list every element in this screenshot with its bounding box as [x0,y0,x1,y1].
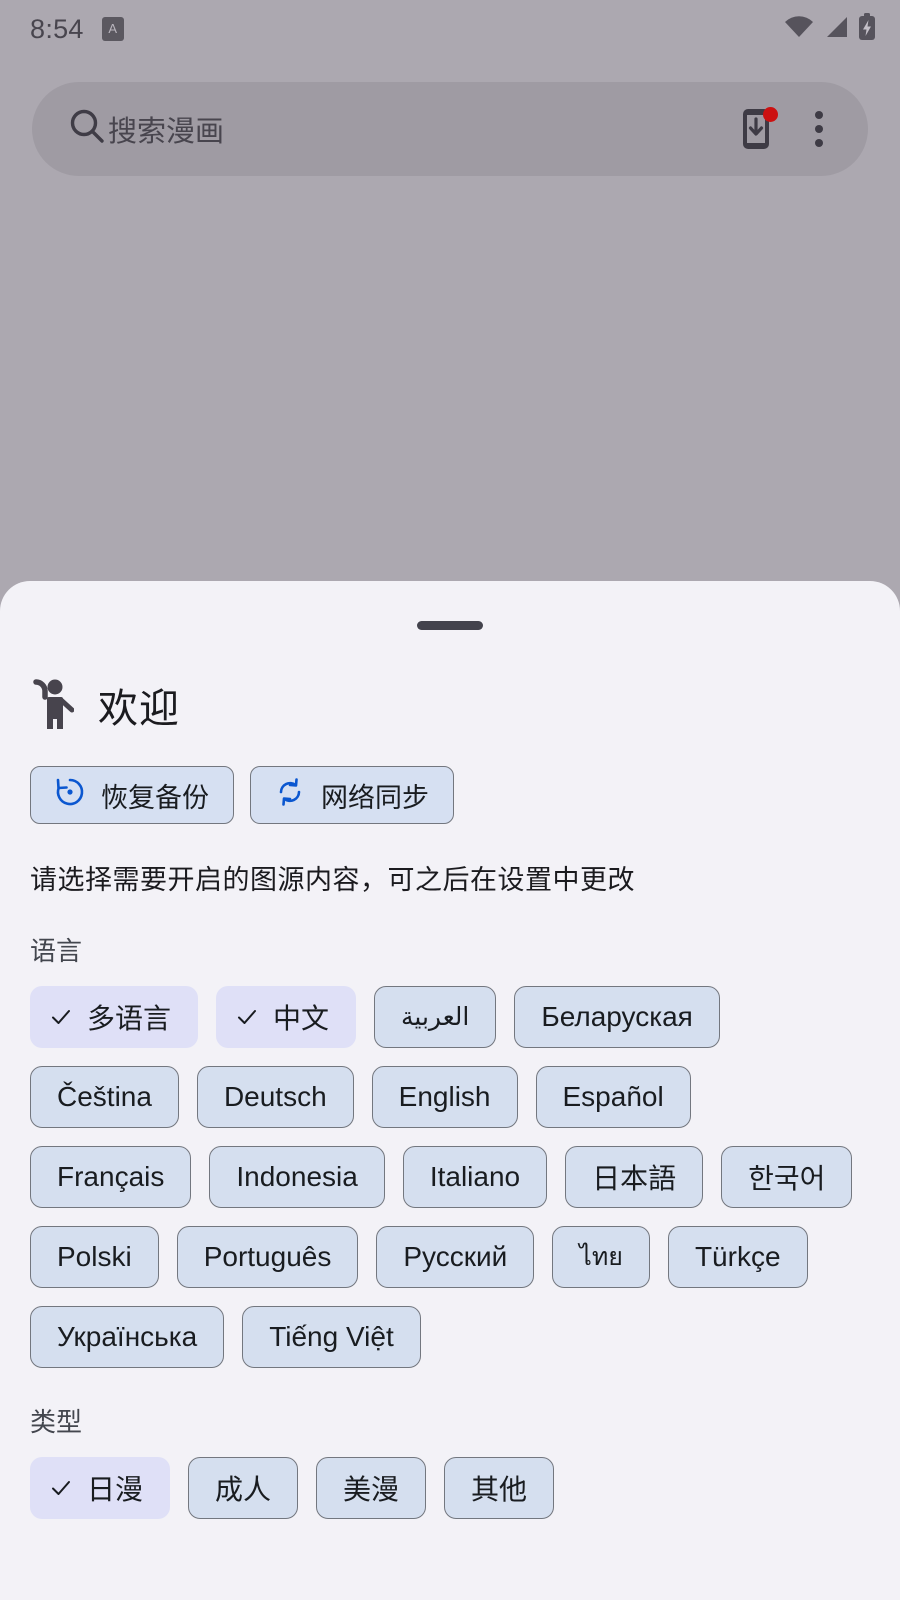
language-section-label: 语言 [30,936,83,966]
language-chip-label: Polski [57,1241,132,1272]
restore-backup-label: 恢复备份 [101,782,209,813]
cellular-signal-icon [823,15,849,44]
language-chip-label: Türkçe [694,1241,781,1272]
waving-person-icon [30,675,75,734]
status-bar: 8:54 A [0,0,900,58]
type-chip-3[interactable]: 其他 [444,1457,555,1519]
drag-handle[interactable] [417,621,483,630]
check-icon [49,1476,73,1500]
type-chip-1[interactable]: 成人 [188,1457,299,1519]
type-chip-0[interactable]: 日漫 [30,1457,171,1519]
language-chip-label: 中文 [273,1003,330,1034]
language-chip-label: Українська [57,1321,198,1352]
language-chip-4[interactable]: Čeština [30,1066,179,1128]
page-title: 欢迎 [98,686,180,731]
language-chip-0[interactable]: 多语言 [30,986,199,1048]
language-chip-label: 한국어 [748,1163,826,1194]
language-chip-label: Français [57,1161,165,1192]
network-sync-label: 网络同步 [321,782,429,813]
language-chip-label: Tiếng Việt [269,1321,394,1352]
search-placeholder: 搜索漫画 [108,116,225,148]
sheet-body: 欢迎 恢复备份 网络同步 请选择需要开启的图源内容，可之后在设置中更改 语言 多… [0,675,900,1519]
language-chip-2[interactable]: العربية [374,986,497,1048]
language-chip-19[interactable]: Tiếng Việt [242,1306,421,1368]
language-chip-11[interactable]: 日本語 [565,1146,704,1208]
wifi-icon [784,15,814,44]
language-chip-9[interactable]: Indonesia [209,1146,385,1208]
language-chip-grid: 多语言 中文 العربية Беларуская Čeština Deutsch Engl… [30,986,870,1368]
status-bar-right [784,12,876,46]
language-chip-12[interactable]: 한국어 [721,1146,853,1208]
language-chip-8[interactable]: Français [30,1146,192,1208]
search-icon [66,106,108,153]
language-chip-5[interactable]: Deutsch [196,1066,354,1128]
language-chip-10[interactable]: Italiano [402,1146,548,1208]
language-chip-label: Italiano [429,1161,521,1192]
welcome-header: 欢迎 [30,675,870,734]
status-bar-left: 8:54 A [30,14,124,45]
network-sync-button[interactable]: 网络同步 [250,766,454,824]
language-chip-label: 多语言 [87,1003,172,1034]
status-clock: 8:54 [30,13,84,44]
language-chip-7[interactable]: Español [535,1066,691,1128]
language-chip-label: Беларуская [541,1001,693,1032]
language-chip-13[interactable]: Polski [30,1226,159,1288]
language-chip-label: Čeština [57,1081,152,1112]
restore-backup-icon [55,777,85,814]
language-chip-label: Indonesia [236,1161,358,1192]
language-chip-18[interactable]: Українська [30,1306,225,1368]
type-section-label: 类型 [30,1407,83,1437]
check-icon [235,1005,259,1029]
language-chip-label: English [398,1081,491,1112]
type-chip-label: 日漫 [87,1474,144,1505]
language-chip-15[interactable]: Русский [376,1226,535,1288]
language-chip-label: Deutsch [223,1081,327,1112]
language-chip-16[interactable]: ไทย [552,1226,650,1288]
search-bar[interactable]: 搜索漫画 [32,82,868,176]
instruction-text: 请选择需要开启的图源内容，可之后在设置中更改 [30,865,635,895]
language-chip-label: ไทย [579,1243,623,1271]
language-chip-label: 日本語 [592,1163,677,1194]
type-chip-label: 成人 [215,1474,272,1505]
language-chip-17[interactable]: Türkçe [667,1226,808,1288]
language-chip-label: Español [562,1081,664,1112]
language-chip-label: Português [203,1241,332,1272]
sync-icon [275,777,305,814]
type-chip-2[interactable]: 美漫 [316,1457,427,1519]
quick-actions: 恢复备份 网络同步 [30,766,870,824]
type-chip-grid: 日漫 成人 美漫 其他 [30,1457,870,1519]
language-chip-label: العربية [401,1003,470,1031]
type-chip-label: 其他 [471,1474,528,1505]
check-icon [49,1005,73,1029]
battery-charging-icon [858,12,876,46]
language-chip-label: Русский [403,1241,508,1272]
language-chip-14[interactable]: Português [176,1226,359,1288]
language-chip-1[interactable]: 中文 [216,986,357,1048]
more-vertical-icon[interactable] [788,98,850,160]
search-input[interactable]: 搜索漫画 [108,108,726,150]
language-chip-6[interactable]: English [371,1066,518,1128]
welcome-bottom-sheet: 欢迎 恢复备份 网络同步 请选择需要开启的图源内容，可之后在设置中更改 语言 多… [0,581,900,1600]
language-chip-3[interactable]: Беларуская [514,986,720,1048]
type-chip-label: 美漫 [343,1474,400,1505]
notification-badge-icon: A [101,17,124,41]
restore-backup-button[interactable]: 恢复备份 [30,766,234,824]
phone-download-icon[interactable] [726,98,788,160]
download-notification-badge [763,107,778,122]
